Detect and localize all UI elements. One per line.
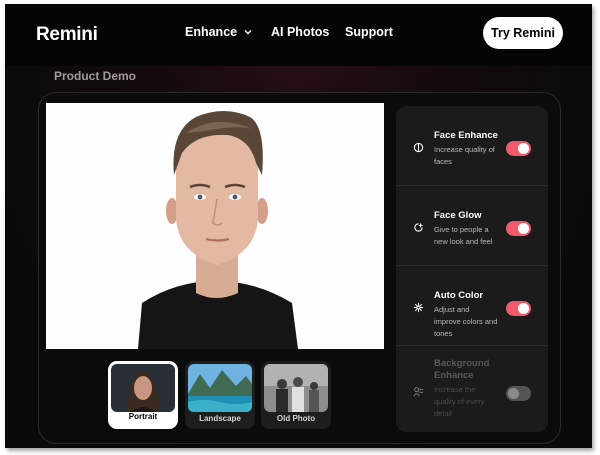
feature-title: Background Enhance (434, 358, 490, 381)
feature-description: Increase quality of faces (434, 145, 495, 166)
background-icon (413, 387, 424, 397)
feature-background-enhance: Background Enhance Increase the quality … (396, 346, 548, 426)
feature-description: Increase the quality of every detail (434, 385, 485, 418)
landscape-thumbnail-image (188, 364, 252, 412)
thumbnail-portrait[interactable]: Portrait (108, 361, 178, 429)
nav-enhance-label: Enhance (185, 25, 238, 39)
thumbnail-label: Old Photo (276, 414, 316, 423)
auto-color-toggle[interactable] (506, 301, 531, 316)
face-icon (413, 142, 424, 153)
feature-title: Auto Color (434, 290, 484, 301)
nav-enhance[interactable]: Enhance (185, 25, 253, 39)
thumbnail-label: Portrait (128, 412, 158, 421)
feature-face-glow: Face Glow Give to people a new look and … (396, 186, 548, 266)
chevron-down-icon (244, 30, 252, 35)
enhancement-panel: Face Enhance Increase quality of faces F… (396, 106, 548, 432)
feature-description: Adjust and improve colors and tones (434, 305, 498, 338)
nav-support[interactable]: Support (345, 25, 393, 39)
nav-ai-photos[interactable]: AI Photos (271, 25, 329, 39)
color-icon (413, 302, 424, 313)
thumbnail-label: Landscape (199, 414, 241, 423)
face-glow-toggle[interactable] (506, 221, 531, 236)
top-navbar: Remini Enhance AI Photos Support Try Rem… (5, 4, 592, 66)
product-demo-card: Portrait Landscape Old Photo Face Enhanc… (38, 92, 561, 444)
background-enhance-toggle[interactable] (506, 386, 531, 401)
section-title: Product Demo (54, 69, 137, 83)
feature-auto-color: Auto Color Adjust and improve colors and… (396, 266, 548, 346)
demo-photo (46, 103, 384, 349)
feature-description: Give to people a new look and feel (434, 225, 493, 246)
feature-title: Face Glow (434, 210, 482, 221)
portrait-thumbnail-image (111, 364, 175, 412)
glow-icon (414, 222, 424, 232)
thumbnail-old-photo[interactable]: Old Photo (261, 361, 331, 429)
app-frame: Remini Enhance AI Photos Support Try Rem… (5, 4, 592, 448)
feature-face-enhance: Face Enhance Increase quality of faces (396, 106, 548, 186)
try-remini-button[interactable]: Try Remini (483, 17, 563, 49)
brand-logo[interactable]: Remini (36, 24, 98, 46)
feature-title: Face Enhance (434, 130, 498, 141)
face-enhance-toggle[interactable] (506, 141, 531, 156)
thumbnail-landscape[interactable]: Landscape (185, 361, 255, 429)
old-photo-thumbnail-image (264, 364, 328, 412)
